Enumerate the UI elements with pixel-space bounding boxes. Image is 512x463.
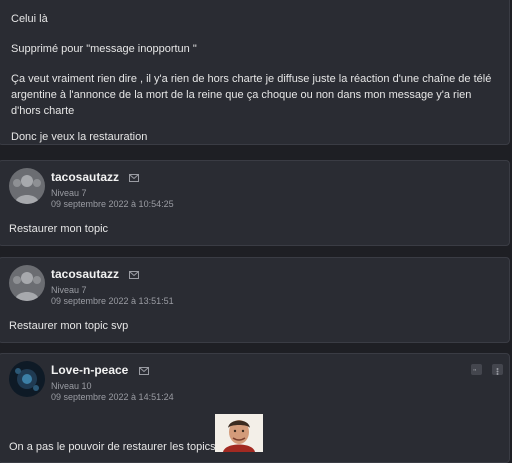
author-name[interactable]: tacosautazz (51, 267, 119, 281)
forum-post: tacosautazz Niveau 7 09 septembre 2022 à… (0, 257, 510, 343)
post-paragraph: Celui là (11, 13, 48, 25)
envelope-icon[interactable] (129, 169, 140, 187)
menu-icon[interactable] (492, 364, 503, 375)
post-date[interactable]: 09 septembre 2022 à 14:51:24 (51, 392, 174, 403)
post-body: On a pas le pouvoir de restaurer les top… (9, 441, 216, 453)
post-date[interactable]: 09 septembre 2022 à 10:54:25 (51, 199, 174, 210)
author-level: Niveau 10 (51, 381, 92, 391)
author-level: Niveau 7 (51, 188, 87, 198)
smiling-man-sticker (215, 414, 263, 452)
author-name[interactable]: Love-n-peace (51, 363, 128, 377)
avatar[interactable] (9, 168, 45, 204)
post-paragraph: Donc je veux la restauration (11, 131, 148, 143)
post-paragraph: Supprimé pour "message inopportun " (11, 43, 197, 55)
quote-icon[interactable]: " (471, 364, 482, 377)
post-body: Restaurer mon topic (9, 223, 109, 235)
author-name[interactable]: tacosautazz (51, 170, 119, 184)
envelope-icon[interactable] (138, 362, 149, 380)
post-date[interactable]: 09 septembre 2022 à 13:51:51 (51, 296, 174, 307)
envelope-icon[interactable] (129, 266, 140, 284)
forum-post: Love-n-peace Niveau 10 09 septembre 2022… (0, 353, 510, 463)
avatar[interactable] (9, 265, 45, 301)
post-paragraph: Ça veut vraiment rien dire , il y'a rien… (11, 73, 492, 117)
forum-post: tacosautazz Niveau 7 09 septembre 2022 à… (0, 160, 510, 246)
post-body: Restaurer mon topic svp (9, 320, 129, 332)
first-post: Celui là Supprimé pour "message inopport… (0, 0, 510, 145)
author-level: Niveau 7 (51, 285, 87, 295)
svg-text:": " (473, 368, 476, 377)
avatar[interactable] (9, 361, 45, 397)
